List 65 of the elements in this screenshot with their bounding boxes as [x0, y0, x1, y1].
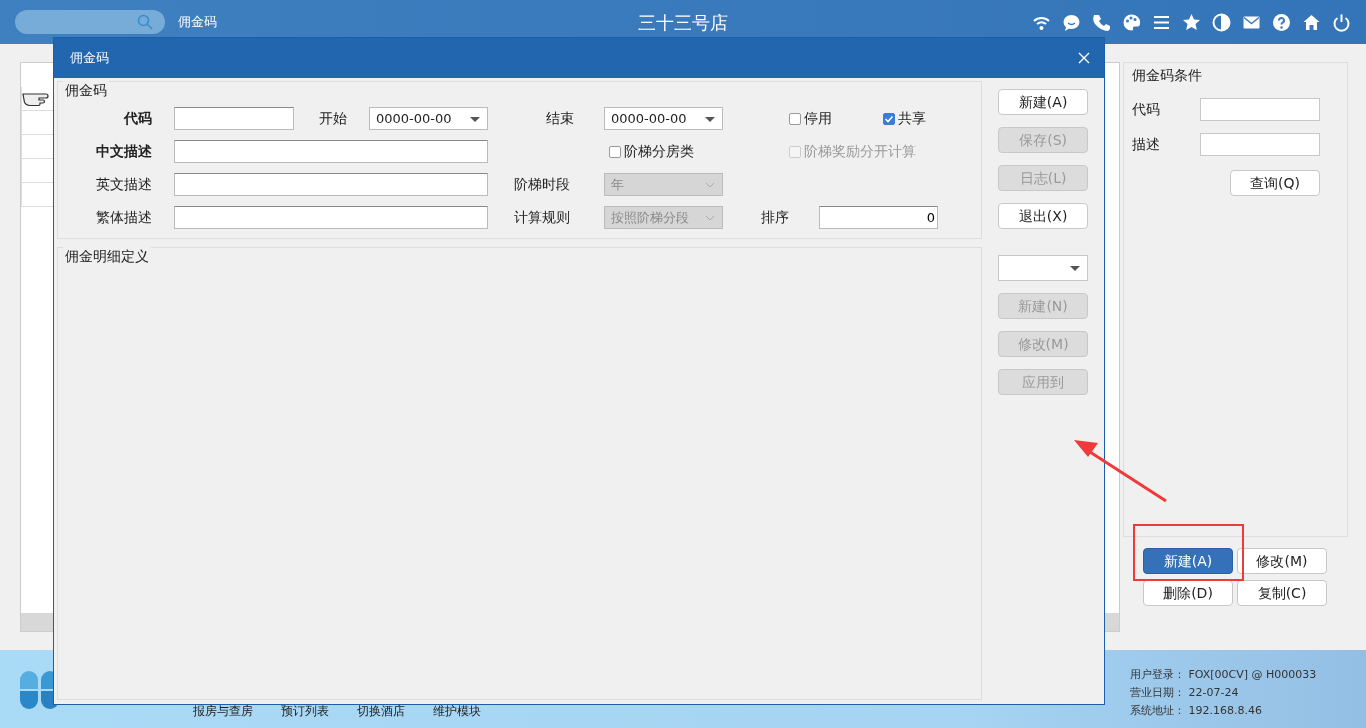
- status-label: 系统地址：: [1130, 704, 1185, 717]
- action-button[interactable]: 复制(C): [1237, 580, 1327, 606]
- checkbox-label: 阶梯分房类: [624, 142, 694, 161]
- status-label: 用户登录：: [1130, 668, 1185, 681]
- status-value: 22-07-24: [1187, 686, 1239, 699]
- nav-link[interactable]: 维护模块: [433, 702, 481, 720]
- palette-icon[interactable]: [1122, 12, 1141, 32]
- field-label: 排序: [760, 208, 790, 227]
- checkbox[interactable]: [609, 145, 621, 158]
- dialog-button[interactable]: 退出(X): [998, 203, 1089, 229]
- group-title: 佣金明细定义: [63, 246, 151, 267]
- field-label: 代码: [1132, 100, 1161, 119]
- field-label: 繁体描述: [95, 208, 153, 227]
- nav-link[interactable]: 报房与查房: [193, 702, 253, 720]
- query-button[interactable]: 查询(Q): [1230, 170, 1320, 196]
- close-icon[interactable]: [1078, 52, 1090, 64]
- input-field[interactable]: [174, 206, 488, 229]
- field-label: 开始: [318, 109, 348, 128]
- module-title: 佣金码: [178, 13, 217, 32]
- input-field[interactable]: [174, 140, 488, 163]
- field-label: 阶梯时段: [513, 175, 571, 194]
- dialog-button: 修改(M): [998, 331, 1089, 357]
- field-label: 结束: [545, 109, 575, 128]
- checkbox[interactable]: [883, 112, 895, 125]
- field-label: 计算规则: [513, 208, 571, 227]
- input-field[interactable]: [1200, 98, 1320, 121]
- action-button[interactable]: 修改(M): [1237, 548, 1327, 574]
- status-value: 192.168.8.46: [1187, 704, 1262, 717]
- dropdown[interactable]: 0000-00-00: [604, 107, 723, 130]
- input-field[interactable]: [1200, 133, 1320, 156]
- contrast-icon[interactable]: [1212, 12, 1231, 32]
- field-label: 中文描述: [95, 142, 153, 161]
- input-field[interactable]: [174, 173, 488, 196]
- action-button[interactable]: 删除(D): [1143, 580, 1233, 606]
- nav-link[interactable]: 预订列表: [281, 702, 329, 720]
- dialog-title: 佣金码: [70, 49, 109, 68]
- field-label: 描述: [1132, 135, 1161, 154]
- dialog-button: 应用到: [998, 369, 1089, 395]
- search-field[interactable]: [15, 10, 165, 34]
- power-icon[interactable]: [1332, 12, 1351, 32]
- input-field[interactable]: 0: [819, 206, 938, 229]
- field-label: 英文描述: [95, 175, 153, 194]
- store-name: 三十三号店: [638, 11, 728, 33]
- checkbox[interactable]: [789, 112, 801, 125]
- input-field[interactable]: [174, 107, 294, 130]
- dropdown[interactable]: 0000-00-00: [369, 107, 488, 130]
- checkbox-label: 共享: [898, 109, 926, 128]
- dialog-button: 保存(S): [998, 127, 1089, 153]
- field-label: 代码: [122, 109, 153, 128]
- dialog-button[interactable]: 新建(A): [998, 89, 1089, 115]
- checkbox-label: 停用: [804, 109, 832, 128]
- star-icon[interactable]: [1182, 12, 1201, 32]
- action-button[interactable]: 新建(A): [1143, 548, 1233, 574]
- dialog-button: 新建(N): [998, 293, 1089, 319]
- checkbox-label: 阶梯奖励分开计算: [804, 142, 916, 161]
- status-value: FOX[00CV] @ H000033: [1187, 668, 1317, 681]
- home-icon[interactable]: [1302, 12, 1321, 32]
- phone-icon[interactable]: [1092, 12, 1111, 32]
- status-label: 营业日期：: [1130, 686, 1185, 699]
- dialog-button: 日志(L): [998, 165, 1089, 191]
- search-icon: [137, 14, 153, 30]
- chat-icon[interactable]: [1062, 12, 1081, 32]
- help-icon[interactable]: [1272, 12, 1291, 32]
- conditions-title: 佣金码条件: [1132, 66, 1203, 85]
- nav-link[interactable]: 切换酒店: [357, 702, 405, 720]
